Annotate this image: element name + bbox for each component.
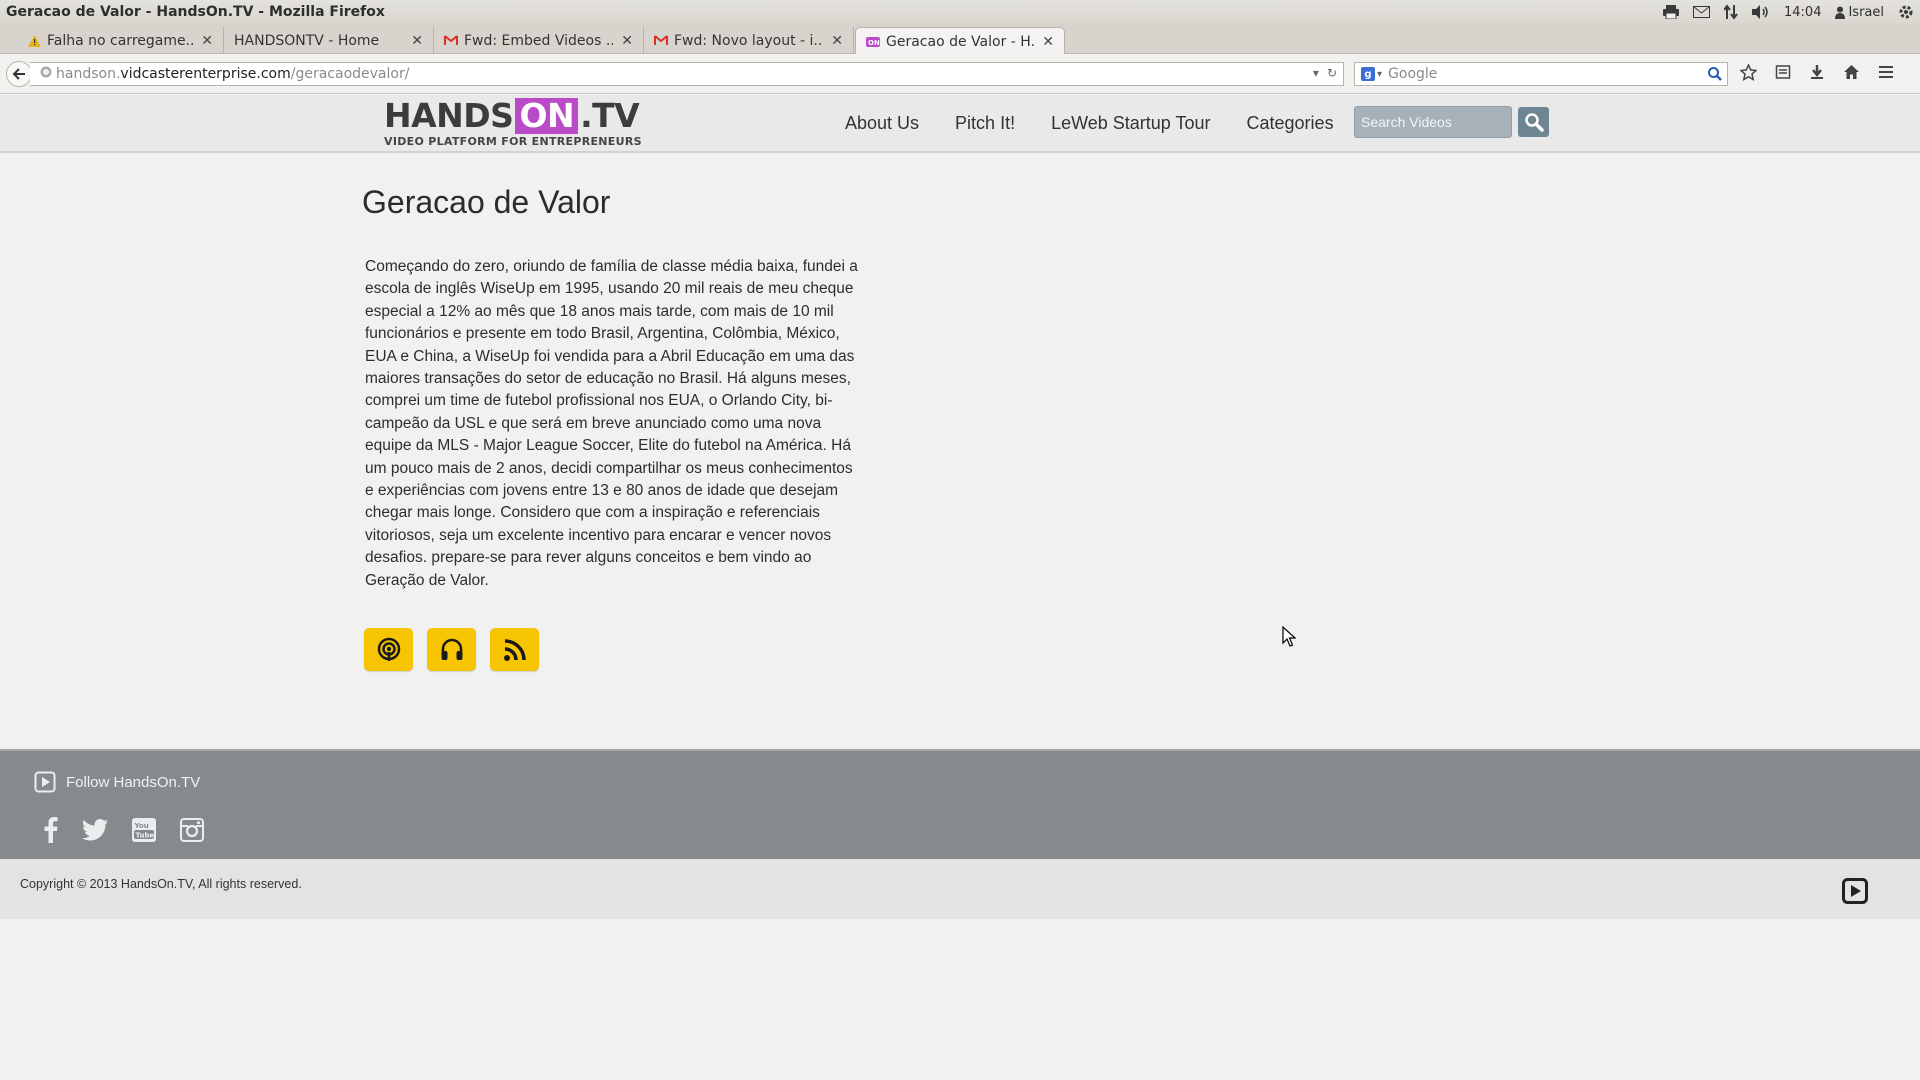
listen-button[interactable] [427,628,476,671]
podcast-subscribe-buttons [364,628,539,671]
bookmarks-list-icon[interactable] [1775,64,1791,85]
site-footer: Follow HandsOn.TV You Tube [0,749,1920,859]
network-icon[interactable] [1724,4,1738,20]
warning-icon [28,34,41,47]
user-name: Israel [1848,4,1884,20]
back-arrow-icon [12,68,25,80]
svg-text:ON: ON [868,39,880,47]
show-description: Começando do zero, oriundo de família de… [365,258,858,589]
settings-gear-icon[interactable] [1898,4,1914,20]
browser-search-placeholder: Google [1388,66,1438,82]
tab-label: Falha no carregame... [47,32,194,49]
tab-label: Fwd: Novo layout - i... [674,32,824,49]
podcast-icon [377,637,400,661]
tab-geracao-de-valor[interactable]: ON Geracao de Valor - H... ✕ [855,27,1065,55]
search-icon [1524,113,1544,132]
tab-close-icon[interactable]: ✕ [621,33,633,49]
play-logo-icon[interactable] [1842,878,1868,908]
youtube-icon[interactable]: You Tube [132,818,156,846]
clock[interactable]: 14:04 [1784,5,1821,20]
menu-categories[interactable]: Categories [1247,113,1334,134]
facebook-icon[interactable] [44,817,58,847]
menu-about-us[interactable]: About Us [845,113,919,134]
search-icon[interactable] [1707,66,1723,86]
menu-hamburger-icon[interactable] [1878,64,1894,85]
site-identity-icon[interactable] [40,66,52,82]
user-icon [1835,6,1846,19]
site-main-menu: About Us Pitch It! LeWeb Startup Tour Ca… [845,113,1334,134]
podcast-button[interactable] [364,628,413,671]
page-title: Geracao de Valor [362,184,611,220]
logo-tv: .TV [580,96,640,135]
tab-fwd-novo-layout[interactable]: Fwd: Novo layout - i... ✕ [644,27,854,54]
follow-heading: Follow HandsOn.TV [34,771,200,793]
navigation-toolbar: handson. vidcasterenterprise.com/geracaod… [0,54,1920,94]
svg-text:You: You [134,822,149,830]
browser-search-field[interactable]: g ▾ Google [1354,62,1728,86]
window-title-bar: Geracao de Valor - HandsOn.TV - Mozilla … [0,0,1920,24]
printer-icon[interactable] [1663,5,1679,19]
site-search-input[interactable] [1354,106,1512,138]
tab-label: Geracao de Valor - H... [886,33,1035,50]
window-title: Geracao de Valor - HandsOn.TV - Mozilla … [6,4,385,20]
logo-hands: HANDS [384,96,514,135]
handsontv-logo[interactable]: HANDS ON .TV VIDEO PLATFORM FOR ENTREPRE… [384,96,642,149]
copyright-text: Copyright © 2013 HandsOn.TV, All rights … [20,877,302,891]
system-tray: 14:04 Israel [1663,4,1914,20]
tab-falha[interactable]: Falha no carregame... ✕ [10,27,224,54]
url-domain: vidcasterenterprise.com [120,66,291,82]
gmail-icon [444,35,458,46]
tab-bar: Falha no carregame... ✕ HANDSONTV - Home… [0,24,1920,72]
tab-close-icon[interactable]: ✕ [831,33,843,49]
rss-feed-button[interactable] [490,628,539,671]
user-menu[interactable]: Israel [1835,5,1884,20]
site-header: HANDS ON .TV VIDEO PLATFORM FOR ENTREPRE… [0,95,1920,153]
rss-icon [503,638,526,661]
gmail-icon [654,35,668,46]
search-engine-icon[interactable]: g [1361,67,1375,81]
url-path: /geracaodevalor/ [290,66,410,82]
logo-on: ON [515,98,579,134]
social-links: You Tube [44,817,204,847]
downloads-icon[interactable] [1809,64,1825,85]
bookmark-star-icon[interactable] [1739,63,1758,85]
tab-close-icon[interactable]: ✕ [1042,34,1054,50]
svg-text:Tube: Tube [136,832,155,840]
menu-leweb-startup-tour[interactable]: LeWeb Startup Tour [1051,113,1210,134]
volume-icon[interactable] [1752,5,1770,19]
reload-icon[interactable]: ↻ [1327,66,1337,80]
mail-icon[interactable] [1693,6,1710,18]
url-history-dropdown-icon[interactable]: ▾ [1313,66,1319,80]
tab-handsontv-home[interactable]: HANDSONTV - Home ✕ [224,27,434,54]
play-logo-icon [34,771,56,793]
url-bar[interactable]: handson. vidcasterenterprise.com/geracaod… [30,62,1344,86]
copyright-bar: Copyright © 2013 HandsOn.TV, All rights … [0,859,1920,919]
tab-close-icon[interactable]: ✕ [411,33,423,49]
toolbar-icons [1739,63,1894,85]
twitter-icon[interactable] [82,819,108,845]
search-engine-dropdown-icon[interactable]: ▾ [1377,69,1382,80]
tab-close-icon[interactable]: ✕ [201,33,213,49]
tab-label: HANDSONTV - Home [234,32,380,49]
url-prefix: handson. [56,66,121,82]
tab-fwd-embed-videos[interactable]: Fwd: Embed Videos ... ✕ [434,27,644,54]
handson-favicon-icon: ON [866,36,880,47]
tab-label: Fwd: Embed Videos ... [464,32,614,49]
site-search-button[interactable] [1518,107,1549,137]
home-icon[interactable] [1843,64,1860,85]
menu-pitch-it[interactable]: Pitch It! [955,113,1015,134]
instagram-icon[interactable] [180,818,204,846]
logo-tagline: VIDEO PLATFORM FOR ENTREPRENEURS [384,135,642,148]
follow-label: Follow HandsOn.TV [66,773,201,791]
mouse-cursor-icon [1282,625,1297,652]
headphones-icon [441,638,462,660]
back-button[interactable] [6,61,32,87]
